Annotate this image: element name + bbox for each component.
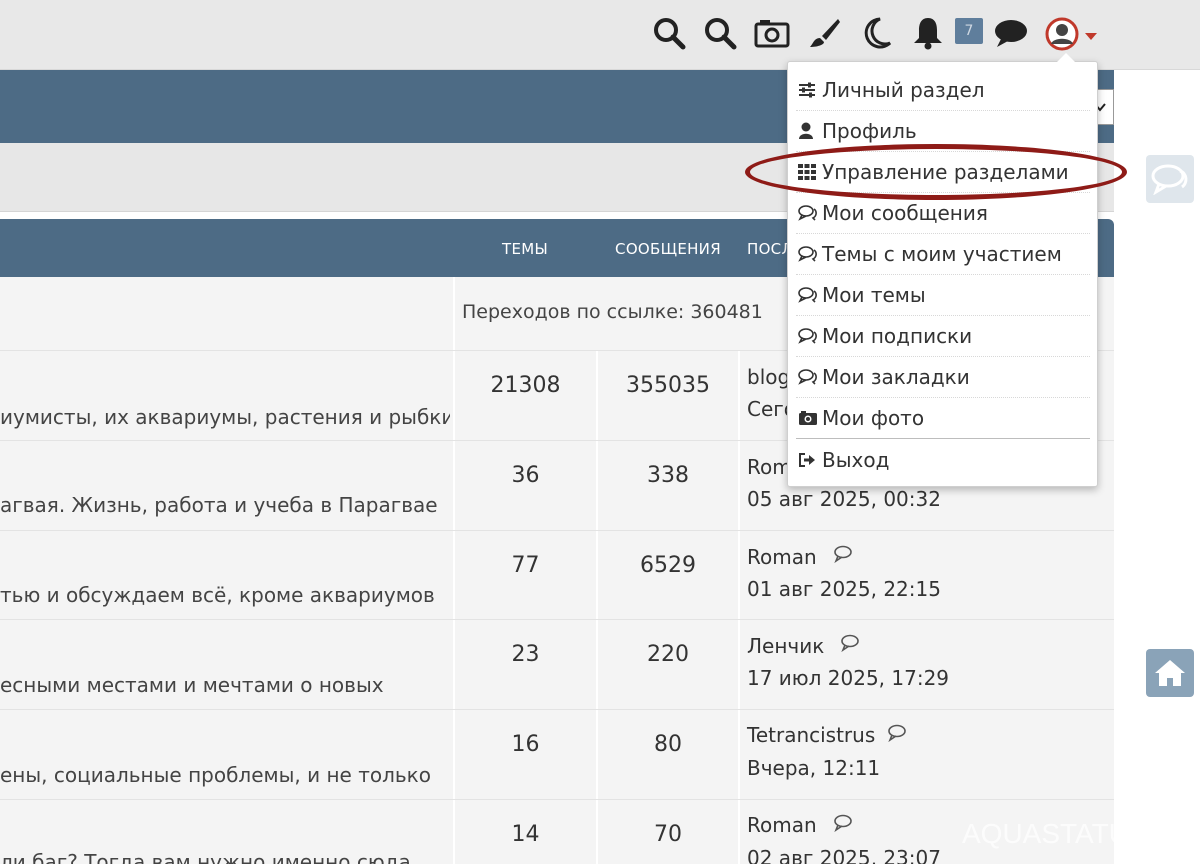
messages-count: 220 [647, 642, 689, 667]
last-post-link-icon[interactable] [833, 814, 853, 832]
messages-count: 70 [654, 822, 682, 847]
menu-item-label: Выход [822, 447, 890, 472]
topics-count: 23 [511, 642, 540, 667]
user-dropdown-menu: Личный раздел Профиль Управление раздела… [787, 53, 1098, 487]
user-avatar-icon [1045, 17, 1079, 51]
menu-item-my-topics[interactable]: Мои темы [796, 275, 1090, 316]
comments-icon [798, 328, 817, 344]
table-row[interactable]: ены, социальные проблемы, и не только 16… [0, 710, 1114, 800]
menu-item-label: Личный раздел [822, 78, 985, 102]
table-row[interactable]: есными местами и мечтами о новых 23 220 … [0, 620, 1114, 710]
comments-icon [798, 246, 817, 262]
bell-icon[interactable] [910, 14, 946, 52]
sliders-icon [799, 82, 815, 98]
notification-count-badge[interactable]: 7 [955, 18, 983, 44]
topics-count: 36 [511, 463, 540, 488]
last-post-link-icon[interactable] [840, 634, 860, 652]
menu-item-label: Управление разделами [822, 160, 1069, 184]
menu-item-label: Мои фото [822, 406, 925, 430]
last-post-user[interactable]: Roman [747, 545, 817, 569]
camera-icon [799, 411, 817, 425]
menu-item-my-messages[interactable]: Мои сообщения [796, 193, 1090, 234]
last-post-date: 17 июл 2025, 17:29 [747, 666, 950, 690]
last-post-date: 05 авг 2025, 00:32 [747, 487, 941, 511]
chevron-down-icon [1085, 32, 1097, 40]
column-header-messages: СООБЩЕНИЯ [615, 240, 721, 258]
floating-home-button[interactable] [1146, 649, 1194, 697]
menu-item-manage-sections[interactable]: Управление разделами [796, 152, 1090, 193]
last-post-link-icon[interactable] [833, 545, 853, 563]
forum-description: агвая. Жизнь, работа и учеба в Парагвае [0, 493, 438, 517]
forum-description: ли баг? Тогда вам нужно именно сюда [0, 850, 411, 864]
last-post-user[interactable]: blog [747, 365, 790, 389]
comments-icon [798, 287, 817, 303]
top-toolbar: 7 [0, 0, 1200, 70]
last-post-date: Вчера, 12:11 [747, 756, 881, 780]
sign-out-icon [799, 452, 815, 467]
comments-icon [798, 205, 817, 221]
last-post-date: 02 авг 2025, 23:07 [747, 846, 941, 864]
messages-count: 80 [654, 732, 682, 757]
topics-count: 14 [511, 822, 540, 847]
last-post-user[interactable]: Roman [747, 813, 817, 837]
last-post-link-icon[interactable] [887, 724, 907, 742]
user-icon [799, 122, 813, 139]
menu-item-label: Мои подписки [822, 324, 973, 348]
messages-count: 338 [647, 463, 689, 488]
forum-description: есными местами и мечтами о новых [0, 673, 384, 697]
menu-item-personal-section[interactable]: Личный раздел [796, 70, 1090, 111]
watermark: AQUASTATU [962, 818, 1129, 849]
last-post-user[interactable]: Rom [747, 455, 792, 479]
menu-item-label: Темы с моим участием [822, 242, 1062, 266]
comments-icon [798, 369, 817, 385]
transitions-count: Переходов по ссылке: 360481 [462, 301, 763, 323]
menu-item-my-subscriptions[interactable]: Мои подписки [796, 316, 1090, 357]
forum-description: иумисты, их аквариумы, растения и рыбки [0, 405, 450, 429]
search-icon[interactable] [651, 14, 687, 52]
last-post-date: 01 авг 2025, 22:15 [747, 577, 941, 601]
menu-item-label: Мои темы [822, 283, 926, 307]
floating-chat-button[interactable] [1146, 155, 1194, 203]
messages-count: 6529 [640, 553, 696, 578]
forum-description: ены, социальные проблемы, и не только [0, 763, 431, 787]
menu-item-label: Мои сообщения [822, 201, 988, 225]
menu-item-logout[interactable]: Выход [796, 439, 1090, 480]
last-post-user[interactable]: Ленчик [747, 634, 824, 658]
camera-icon[interactable] [754, 14, 790, 52]
user-menu-toggle[interactable] [1045, 14, 1103, 54]
search-alt-icon[interactable] [702, 14, 738, 52]
table-row[interactable]: ли баг? Тогда вам нужно именно сюда 14 7… [0, 800, 1114, 864]
brush-icon[interactable] [806, 14, 842, 52]
chat-bubble-icon[interactable] [993, 14, 1029, 52]
topics-count: 77 [511, 553, 540, 578]
topics-count: 21308 [490, 373, 561, 398]
moon-icon[interactable] [858, 14, 894, 52]
table-row[interactable]: тью и обсуждаем всё, кроме аквариумов 77… [0, 531, 1114, 620]
grid-icon [798, 164, 816, 180]
home-icon [1155, 660, 1185, 686]
menu-item-topics-participated[interactable]: Темы с моим участием [796, 234, 1090, 275]
menu-item-label: Профиль [822, 119, 917, 143]
menu-item-label: Мои закладки [822, 365, 970, 389]
menu-item-my-photos[interactable]: Мои фото [796, 398, 1090, 439]
last-post-user[interactable]: Tetrancistrus [747, 723, 875, 747]
messages-count: 355035 [626, 373, 710, 398]
forum-description: тью и обсуждаем всё, кроме аквариумов [0, 583, 435, 607]
menu-item-my-bookmarks[interactable]: Мои закладки [796, 357, 1090, 398]
menu-item-profile[interactable]: Профиль [796, 111, 1090, 152]
column-header-topics: ТЕМЫ [501, 240, 549, 258]
topics-count: 16 [511, 732, 540, 757]
chat-icon [1151, 164, 1188, 195]
